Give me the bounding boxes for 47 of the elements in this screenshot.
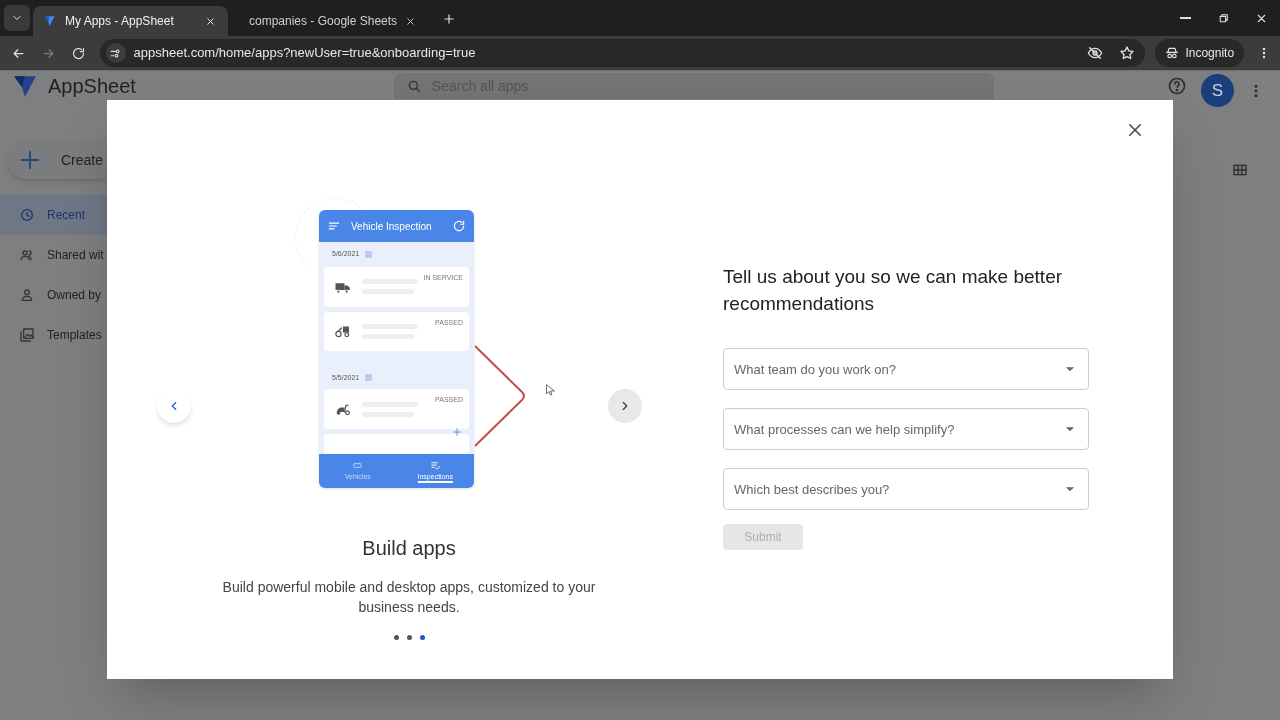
dropdown[interactable]: Which best describes you? — [723, 468, 1089, 510]
plus-icon — [19, 149, 41, 171]
browser-tab[interactable]: companies - Google Sheets — [231, 6, 426, 36]
dropdown[interactable]: What team do you work on? — [723, 348, 1089, 390]
person-icon — [19, 287, 35, 303]
nav-item[interactable]: Recent — [0, 195, 107, 235]
app-logo-text: AppSheet — [48, 74, 136, 97]
avatar[interactable]: S — [1201, 74, 1234, 107]
plus-icon — [442, 12, 456, 26]
tab-list-button[interactable] — [4, 5, 30, 31]
mockup-title: Vehicle Inspection — [351, 219, 433, 234]
sliders-icon — [109, 46, 123, 60]
dropdown[interactable]: What processes can we help simplify? — [723, 408, 1089, 450]
close-icon — [204, 15, 216, 27]
clock-icon — [19, 207, 35, 223]
count-badge — [365, 374, 373, 382]
hat-glasses-icon — [1165, 46, 1180, 60]
eye-slash-icon[interactable] — [1087, 45, 1104, 61]
menu-icon — [327, 219, 341, 233]
minimize-icon — [1179, 17, 1191, 19]
slide-description: Build powerful mobile and desktop apps, customized to your business needs. — [221, 578, 597, 617]
incognito-button[interactable]: Incognito — [1155, 39, 1245, 67]
tab-title: companies - Google Sheets — [249, 13, 398, 30]
site-info-button[interactable] — [105, 43, 126, 63]
reload-icon — [71, 45, 87, 61]
gallery-icon — [19, 327, 35, 343]
cursor-icon — [544, 382, 556, 398]
slide-title: Build apps — [362, 536, 456, 561]
checklist-icon — [429, 459, 441, 471]
people-icon — [19, 247, 35, 263]
count-badge — [365, 251, 373, 259]
grid-view-icon[interactable] — [1232, 162, 1248, 178]
close-icon — [1126, 121, 1144, 139]
help-icon[interactable] — [1167, 75, 1187, 96]
plus-icon — [452, 427, 462, 437]
refresh-icon — [452, 219, 466, 233]
logo-icon — [43, 14, 57, 28]
url-text: appsheet.com/home/apps?newUser=true&onboarding=true — [133, 44, 477, 63]
form-heading: Tell us about you so we can make better recommendations — [723, 265, 1064, 316]
address-bar[interactable]: appsheet.com/home/apps?newUser=true&onboarding=true — [99, 39, 1146, 67]
nav-item[interactable]: Shared wit — [0, 235, 107, 275]
nav-item[interactable]: Owned by — [0, 275, 107, 315]
star-icon[interactable] — [1119, 45, 1136, 61]
browser-tab[interactable]: My Apps - AppSheet — [33, 6, 228, 36]
nav-item[interactable]: Templates — [0, 315, 107, 355]
close-icon — [405, 15, 417, 27]
tab-title: My Apps - AppSheet — [65, 13, 175, 30]
